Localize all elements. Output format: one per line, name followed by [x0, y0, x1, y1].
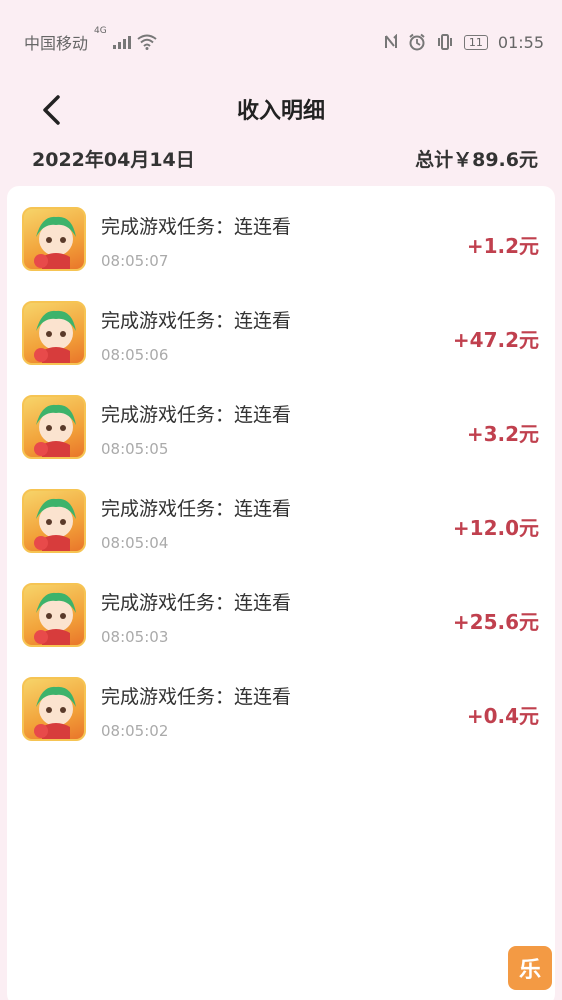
vibrate-icon [437, 34, 452, 50]
game-avatar-icon [22, 583, 86, 647]
header: 收入明细 [0, 84, 562, 134]
summary-bar: 2022年04月14日 总计￥89.6元 [0, 138, 562, 178]
back-button[interactable] [36, 92, 68, 128]
nfc-icon [384, 34, 397, 48]
row-time: 08:05:02 [101, 722, 169, 740]
row-amount: +0.4元 [466, 704, 539, 728]
row-time: 08:05:03 [101, 628, 169, 646]
status-bar: 中国移动 4G 11 01:55 [0, 0, 562, 84]
summary-total: 总计￥89.6元 [415, 148, 538, 171]
row-title: 完成游戏任务：连连看 [101, 404, 292, 426]
summary-date: 2022年04月14日 [32, 148, 195, 171]
game-avatar-icon [22, 395, 86, 459]
income-row[interactable]: 完成游戏任务：连连看 08:05:04 +12.0元 [7, 468, 555, 558]
game-avatar-icon [22, 207, 86, 271]
income-row[interactable]: 完成游戏任务：连连看 08:05:05 +3.2元 [7, 374, 555, 464]
network-type: 4G [94, 26, 107, 36]
status-left: 中国移动 4G [24, 26, 157, 54]
row-amount: +25.6元 [452, 610, 539, 634]
row-title: 完成游戏任务：连连看 [101, 216, 292, 238]
row-time: 08:05:06 [101, 346, 169, 364]
status-right: 11 01:55 [384, 33, 544, 52]
row-title: 完成游戏任务：连连看 [101, 686, 292, 708]
income-list: 完成游戏任务：连连看 08:05:07 +1.2元 完成游戏任务：连连看 08:… [7, 186, 555, 1000]
page-title: 收入明细 [236, 99, 325, 124]
row-time: 08:05:05 [101, 440, 169, 458]
row-amount: +12.0元 [452, 516, 539, 540]
battery-level: 11 [468, 35, 483, 49]
income-row[interactable]: 完成游戏任务：连连看 08:05:06 +47.2元 [7, 280, 555, 370]
battery-icon: 11 [463, 34, 488, 50]
row-time: 08:05:04 [101, 534, 169, 552]
row-title: 完成游戏任务：连连看 [101, 592, 292, 614]
floating-app-button[interactable]: 乐 [508, 946, 552, 990]
carrier-name: 中国移动 [24, 34, 89, 53]
row-time: 08:05:07 [101, 252, 169, 270]
income-row[interactable]: 完成游戏任务：连连看 08:05:03 +25.6元 [7, 562, 555, 652]
row-title: 完成游戏任务：连连看 [101, 498, 292, 520]
income-row[interactable]: 完成游戏任务：连连看 08:05:07 +1.2元 [7, 186, 555, 276]
fab-label: 乐 [518, 958, 541, 983]
row-amount: +47.2元 [452, 328, 539, 352]
game-avatar-icon [22, 489, 86, 553]
game-avatar-icon [22, 301, 86, 365]
income-row[interactable]: 完成游戏任务：连连看 08:05:02 +0.4元 [7, 656, 555, 746]
alarm-icon [409, 33, 425, 51]
chevron-left-icon [43, 95, 60, 125]
signal-icon [112, 35, 131, 49]
wifi-icon [137, 34, 157, 50]
row-amount: +1.2元 [466, 234, 539, 258]
row-amount: +3.2元 [466, 422, 539, 446]
status-time: 01:55 [497, 32, 544, 52]
game-avatar-icon [22, 677, 86, 741]
row-title: 完成游戏任务：连连看 [101, 310, 292, 332]
